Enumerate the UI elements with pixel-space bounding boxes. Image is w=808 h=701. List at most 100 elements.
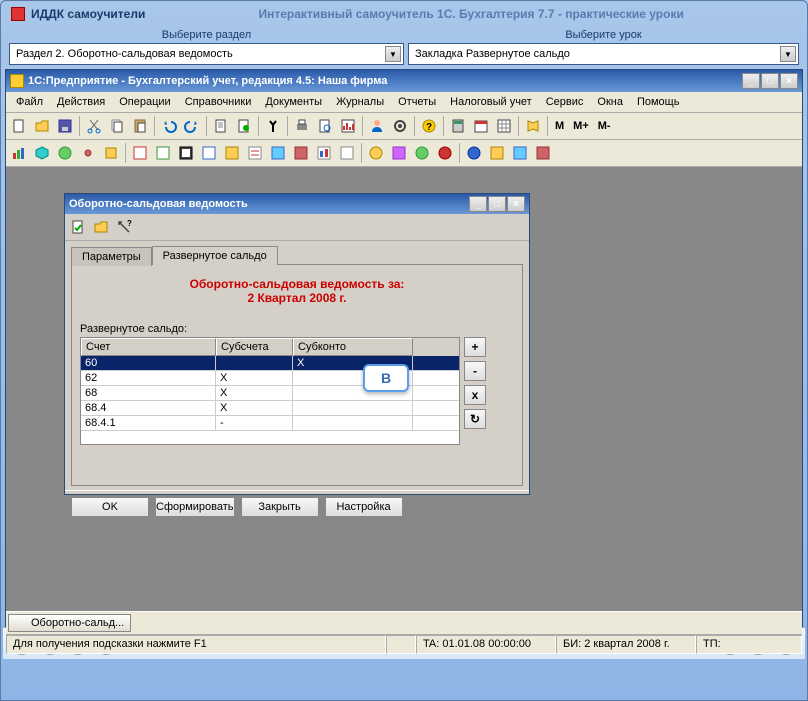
dlg-help-icon[interactable]: ? — [113, 216, 135, 238]
report-icon[interactable] — [337, 115, 359, 137]
config-icon[interactable] — [389, 115, 411, 137]
toolbar-1: ? M M+ M- — [6, 113, 802, 140]
dropdown-icon[interactable]: ▼ — [780, 46, 796, 62]
dlg-close-button[interactable]: × — [507, 196, 525, 212]
tb2-j-icon[interactable] — [336, 142, 358, 164]
col-subconto[interactable]: Субконто — [293, 338, 413, 356]
row-add-button[interactable]: + — [464, 337, 486, 357]
tb2-n-icon[interactable] — [434, 142, 456, 164]
tb2-m-icon[interactable] — [411, 142, 433, 164]
menu-service[interactable]: Сервис — [540, 94, 590, 110]
doc2-icon[interactable] — [233, 115, 255, 137]
tb2-box-icon[interactable] — [100, 142, 122, 164]
tb2-f-icon[interactable] — [244, 142, 266, 164]
maximize-button[interactable]: □ — [761, 73, 779, 89]
table-row[interactable]: 68.4X — [81, 401, 459, 416]
tb2-g-icon[interactable] — [267, 142, 289, 164]
report-title: Оборотно-сальдовая ведомость за: 2 Кварт… — [80, 277, 514, 305]
menu-file[interactable]: Файл — [10, 94, 49, 110]
taskbar-item[interactable]: Оборотно-сальд... — [8, 614, 131, 632]
grid-icon[interactable] — [493, 115, 515, 137]
minimize-button[interactable]: _ — [742, 73, 760, 89]
menu-reports[interactable]: Отчеты — [392, 94, 442, 110]
tb2-cube-icon[interactable] — [31, 142, 53, 164]
row-clear-button[interactable]: x — [464, 385, 486, 405]
calc-icon[interactable] — [447, 115, 469, 137]
tb2-a-icon[interactable] — [129, 142, 151, 164]
cell-account: 62 — [81, 371, 216, 385]
m-button[interactable]: M — [551, 120, 568, 132]
col-account[interactable]: Счет — [81, 338, 216, 356]
tb2-r-icon[interactable] — [532, 142, 554, 164]
menu-documents[interactable]: Документы — [259, 94, 328, 110]
doc1-icon[interactable] — [210, 115, 232, 137]
menu-references[interactable]: Справочники — [179, 94, 258, 110]
lesson-select[interactable]: Закладка Развернутое сальдо ▼ — [408, 43, 799, 65]
preview-icon[interactable] — [314, 115, 336, 137]
menu-operations[interactable]: Операции — [113, 94, 176, 110]
book-icon[interactable] — [522, 115, 544, 137]
menubar: Файл Действия Операции Справочники Докум… — [6, 92, 802, 113]
menu-windows[interactable]: Окна — [591, 94, 629, 110]
tb2-i-icon[interactable] — [313, 142, 335, 164]
menu-tax[interactable]: Налоговый учет — [444, 94, 538, 110]
tutor-title: Интерактивный самоучитель 1С. Бухгалтери… — [145, 7, 797, 21]
dlg-run-icon[interactable] — [67, 216, 89, 238]
dropdown-icon[interactable]: ▼ — [385, 46, 401, 62]
dlg-minimize-button[interactable]: _ — [469, 196, 487, 212]
tb2-chart-icon[interactable] — [8, 142, 30, 164]
tb2-c-icon[interactable] — [175, 142, 197, 164]
mminus-button[interactable]: M- — [594, 120, 615, 132]
section-label: Выберите раздел — [9, 27, 404, 43]
tb2-p-icon[interactable] — [486, 142, 508, 164]
menu-actions[interactable]: Действия — [51, 94, 111, 110]
close-button[interactable]: × — [780, 73, 798, 89]
print-icon[interactable] — [291, 115, 313, 137]
tb2-o-icon[interactable] — [463, 142, 485, 164]
mplus-button[interactable]: M+ — [569, 120, 593, 132]
app-title: 1С:Предприятие - Бухгалтерский учет, ред… — [28, 75, 742, 87]
dialog-title: Оборотно-сальдовая ведомость — [69, 198, 469, 210]
tb2-world-icon[interactable] — [54, 142, 76, 164]
calendar-icon[interactable] — [470, 115, 492, 137]
help-icon[interactable]: ? — [418, 115, 440, 137]
toolbar-2 — [6, 140, 802, 167]
taskbar-icon — [15, 617, 27, 629]
find-icon[interactable] — [262, 115, 284, 137]
tb2-k-icon[interactable] — [365, 142, 387, 164]
cell-account: 68.4.1 — [81, 416, 216, 430]
lesson-label: Выберите урок — [408, 27, 799, 43]
redo-icon[interactable] — [181, 115, 203, 137]
close-dlg-button[interactable]: Закрыть — [241, 497, 319, 517]
tb2-b-icon[interactable] — [152, 142, 174, 164]
tb2-l-icon[interactable] — [388, 142, 410, 164]
form-button[interactable]: Сформировать — [155, 497, 235, 517]
row-del-button[interactable]: - — [464, 361, 486, 381]
undo-icon[interactable] — [158, 115, 180, 137]
menu-help[interactable]: Помощь — [631, 94, 686, 110]
menu-journals[interactable]: Журналы — [330, 94, 390, 110]
tb2-gear-icon[interactable] — [77, 142, 99, 164]
tb2-d-icon[interactable] — [198, 142, 220, 164]
cut-icon[interactable] — [83, 115, 105, 137]
dlg-maximize-button[interactable]: □ — [488, 196, 506, 212]
new-icon[interactable] — [8, 115, 30, 137]
setup-button[interactable]: Настройка — [325, 497, 403, 517]
tab-params[interactable]: Параметры — [71, 247, 152, 266]
col-subaccounts[interactable]: Субсчета — [216, 338, 293, 356]
paste-icon[interactable] — [129, 115, 151, 137]
save-icon[interactable] — [54, 115, 76, 137]
copy-icon[interactable] — [106, 115, 128, 137]
row-refresh-button[interactable]: ↻ — [464, 409, 486, 429]
dlg-open-icon[interactable] — [90, 216, 112, 238]
ok-button[interactable]: OK — [71, 497, 149, 517]
tb2-q-icon[interactable] — [509, 142, 531, 164]
open-icon[interactable] — [31, 115, 53, 137]
tb2-e-icon[interactable] — [221, 142, 243, 164]
section-select[interactable]: Раздел 2. Оборотно-сальдовая ведомость ▼ — [9, 43, 404, 65]
tab-expanded[interactable]: Развернутое сальдо — [152, 246, 278, 265]
grid-label: Развернутое сальдо: — [80, 323, 514, 335]
table-row[interactable]: 68.4.1- — [81, 416, 459, 431]
users-icon[interactable] — [366, 115, 388, 137]
tb2-h-icon[interactable] — [290, 142, 312, 164]
